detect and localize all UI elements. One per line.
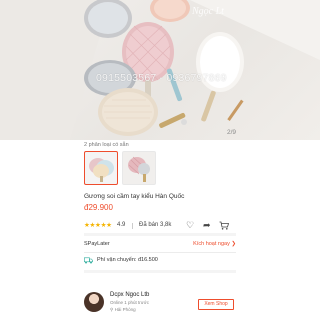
shipping-fee-label: Phí vận chuyển: đ16.500 (97, 257, 158, 263)
heart-icon[interactable]: ♡ (186, 220, 194, 230)
variant-section: 2 phân loại có sẵn (0, 141, 320, 187)
product-title: Gương soi cầm tay kiểu Hàn Quốc (84, 193, 185, 200)
divider (84, 252, 236, 253)
shop-avatar[interactable] (84, 292, 104, 312)
product-photo: Ngọc Lt (0, 0, 320, 140)
shop-online-status: Online 1 phút trước (110, 300, 149, 305)
share-icon[interactable]: ➦ (203, 220, 211, 230)
product-price: đ29.900 (84, 203, 113, 212)
variant-thumbnail-1[interactable] (84, 151, 118, 185)
section-gap (84, 270, 236, 273)
svg-text:Ngọc Lt: Ngọc Lt (191, 6, 224, 17)
section-gap (84, 233, 236, 236)
variant-count-label: 2 phân loại có sẵn (84, 142, 129, 148)
shop-location: ⚲ Hải Phòng (110, 307, 136, 313)
separator (132, 223, 133, 229)
rating-row: ★★★★★ 4.9 Đã bán 3,8k ♡ ➦ (84, 220, 236, 231)
product-image-carousel[interactable]: Ngọc Lt 0915503567 - 0936797869 2/9 (0, 0, 320, 140)
spaylater-row[interactable]: SPayLater Kích hoạt ngay ❯ (84, 239, 236, 251)
shop-name[interactable]: Dcpx Ngoc Ltb (110, 292, 149, 298)
pin-icon: ⚲ (110, 307, 114, 312)
watermark-phone-text: 0915503567 - 0936797869 (96, 72, 227, 84)
spaylater-label: SPayLater (84, 241, 110, 247)
shipping-row[interactable]: Phí vận chuyển: đ16.500 (84, 255, 236, 267)
rating-value: 4.9 (117, 222, 126, 228)
sold-count: Đã bán 3,8k (139, 222, 172, 228)
cart-icon[interactable] (219, 221, 229, 230)
truck-icon (84, 257, 93, 264)
rating-stars: ★★★★★ (84, 222, 112, 229)
spaylater-activate-link[interactable]: Kích hoạt ngay ❯ (193, 241, 236, 247)
variant-thumbnail-2[interactable] (122, 151, 156, 185)
shop-location-text: Hải Phòng (114, 307, 136, 312)
shop-section: Dcpx Ngoc Ltb Online 1 phút trước ⚲ Hải … (84, 290, 236, 320)
view-shop-button[interactable]: Xem Shop (198, 299, 234, 310)
variant-2-image (128, 156, 150, 182)
image-counter: 2/9 (226, 129, 236, 136)
variant-1-image (89, 158, 114, 182)
